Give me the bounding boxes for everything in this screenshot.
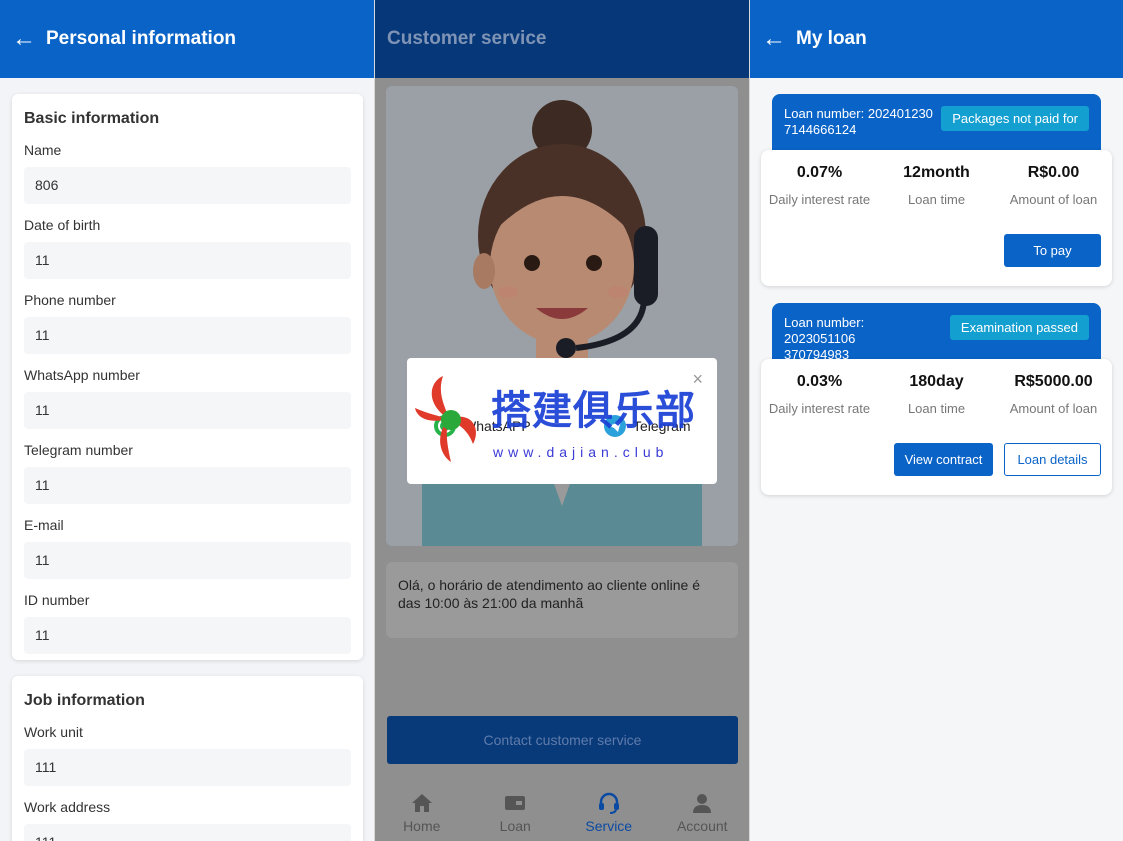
rate-label: Daily interest rate (768, 192, 871, 207)
wallet-icon (503, 792, 527, 814)
time-stat: 12month Loan time (878, 164, 995, 207)
work-address-label: Work address (24, 799, 111, 815)
id-number-label: ID number (24, 592, 90, 608)
loan-number: Loan number: 2023051106 370794983 (784, 315, 934, 363)
tab-label: Account (676, 818, 728, 834)
time-label: Loan time (907, 192, 966, 207)
rate-stat: 0.07% Daily interest rate (761, 164, 878, 207)
back-arrow-icon[interactable]: ← (12, 27, 36, 51)
status-badge: Examination passed (949, 315, 1089, 340)
loan-number-line: Loan number: 202401230 (784, 106, 933, 121)
tab-loan[interactable]: Loan (469, 785, 563, 841)
work-unit-label: Work unit (24, 724, 83, 740)
contact-options-modal: × WhatsAPP Telegram 搭建俱乐部 www.dajian.clu… (407, 358, 717, 484)
amount-label: Amount of loan (1009, 401, 1098, 416)
my-loan-screen: ← My loan Loan number: 202401230 7144666… (750, 0, 1123, 841)
tab-service[interactable]: Service (562, 785, 656, 841)
loan-number-line: 7144666124 (784, 122, 857, 137)
my-loan-header: ← My loan (750, 0, 1123, 78)
telegram-field[interactable]: 11 (24, 467, 351, 504)
phone-field[interactable]: 11 (24, 317, 351, 354)
id-number-field[interactable]: 11 (24, 617, 351, 654)
back-arrow-icon[interactable]: ← (762, 27, 786, 51)
section-title: Basic information (24, 110, 160, 127)
work-unit-field[interactable]: 111 (24, 749, 351, 786)
status-badge: Packages not paid for (941, 106, 1089, 131)
time-stat: 180day Loan time (878, 373, 995, 416)
amount-label: Amount of loan (1009, 192, 1098, 207)
loan-card-body: 0.07% Daily interest rate 12month Loan t… (761, 150, 1112, 286)
watermark-text: 搭建俱乐部 (491, 388, 696, 434)
telegram-label: Telegram number (24, 442, 133, 458)
loan-card-body: 0.03% Daily interest rate 180day Loan ti… (761, 359, 1112, 495)
rate-label: Daily interest rate (768, 401, 871, 416)
email-label: E-mail (24, 517, 64, 533)
tab-label: Home (403, 818, 441, 834)
rate-value: 0.03% (796, 373, 843, 390)
time-label: Loan time (907, 401, 966, 416)
bottom-tab-bar: Home Loan Service Account (375, 785, 749, 841)
loan-card: Loan number: 2023051106 370794983 Examin… (761, 303, 1112, 495)
loan-card-header: Loan number: 202401230 7144666124 Packag… (772, 94, 1101, 150)
loan-number-line: Loan number: 2023051106 (784, 315, 865, 346)
loan-stats: 0.03% Daily interest rate 180day Loan ti… (761, 359, 1112, 416)
view-contract-button[interactable]: View contract (894, 443, 993, 476)
loan-details-button[interactable]: Loan details (1004, 443, 1101, 476)
basic-info-card: Basic information Name 806 Date of birth… (12, 94, 363, 660)
dob-field[interactable]: 11 (24, 242, 351, 279)
page-title: Customer service (387, 28, 547, 49)
headset-icon (597, 792, 621, 814)
rate-stat: 0.03% Daily interest rate (761, 373, 878, 416)
time-value: 12month (903, 164, 970, 181)
name-label: Name (24, 142, 62, 158)
whatsapp-field[interactable]: 11 (24, 392, 351, 429)
name-field[interactable]: 806 (24, 167, 351, 204)
tab-home[interactable]: Home (375, 785, 469, 841)
work-address-field[interactable]: 111 (24, 824, 351, 841)
tab-label: Service (585, 818, 633, 834)
service-header: Customer service (375, 0, 749, 78)
personal-info-screen: ← Personal information Basic information… (0, 0, 374, 841)
to-pay-button[interactable]: To pay (1004, 234, 1101, 267)
phone-label: Phone number (24, 292, 116, 308)
user-icon (690, 792, 714, 814)
loan-card: Loan number: 202401230 7144666124 Packag… (761, 94, 1112, 286)
service-hours-message: Olá, o horário de atendimento ao cliente… (386, 562, 738, 638)
page-title: My loan (796, 28, 867, 49)
amount-value: R$0.00 (1027, 164, 1080, 181)
personal-info-header: ← Personal information (0, 0, 374, 78)
customer-service-screen: Customer service Olá, o horário de atend… (375, 0, 749, 841)
dob-label: Date of birth (24, 217, 101, 233)
whatsapp-label: WhatsApp number (24, 367, 140, 383)
amount-stat: R$0.00 Amount of loan (995, 164, 1112, 207)
job-info-card: Job information Work unit 111 Work addre… (12, 676, 363, 841)
loan-card-header: Loan number: 2023051106 370794983 Examin… (772, 303, 1101, 362)
loan-stats: 0.07% Daily interest rate 12month Loan t… (761, 150, 1112, 207)
amount-stat: R$5000.00 Amount of loan (995, 373, 1112, 416)
loan-number: Loan number: 202401230 7144666124 (784, 106, 934, 138)
watermark-logo (415, 376, 476, 462)
time-value: 180day (909, 373, 964, 390)
tab-label: Loan (499, 818, 531, 834)
watermark-url: www.dajian.club (493, 444, 669, 460)
email-field[interactable]: 11 (24, 542, 351, 579)
amount-value: R$5000.00 (1014, 373, 1093, 390)
section-title: Job information (24, 692, 145, 709)
tab-account[interactable]: Account (656, 785, 750, 841)
home-icon (410, 792, 434, 814)
contact-customer-service-button[interactable]: Contact customer service (387, 716, 738, 764)
page-title: Personal information (46, 28, 237, 49)
rate-value: 0.07% (796, 164, 843, 181)
